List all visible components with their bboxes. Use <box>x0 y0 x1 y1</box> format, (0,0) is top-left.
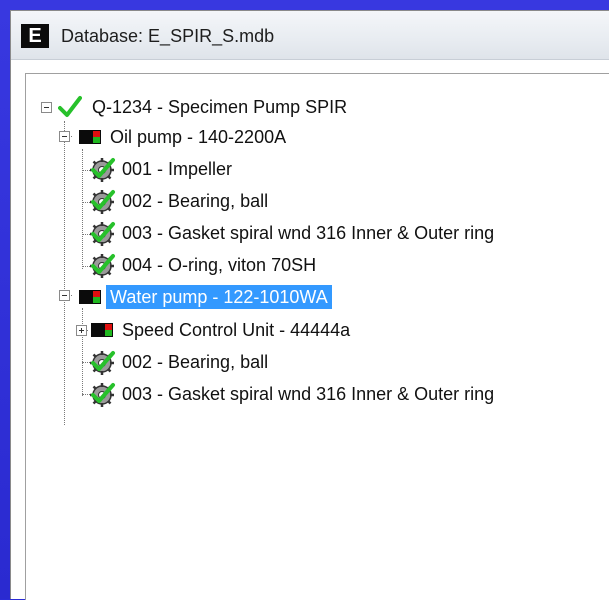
tree-node-label: 002 - Bearing, ball <box>122 191 269 211</box>
tree-node-part[interactable]: 002 - Bearing, ball <box>88 188 272 214</box>
spare-part-gear-check-icon <box>88 252 116 278</box>
tree-node-speed-control-unit[interactable]: Speed Control Unit - 44444a <box>90 317 354 343</box>
title-bar[interactable]: E Database: E_SPIR_S.mdb <box>11 11 609 60</box>
tree-panel: Q-1234 - Specimen Pump SPIR Oil pump - 1… <box>25 73 609 600</box>
tree-node-part[interactable]: 002 - Bearing, ball <box>88 349 272 375</box>
tree-line-oil <box>82 149 83 269</box>
equipment-status-icon <box>90 321 114 339</box>
tree-node-water-pump[interactable]: Water pump - 122-1010WA <box>78 284 332 310</box>
tree-node-label: 003 - Gasket spiral wnd 316 Inner & Oute… <box>122 384 495 404</box>
tree-line-root <box>64 121 65 425</box>
tree-node-label-selected: Water pump - 122-1010WA <box>106 285 332 309</box>
equipment-status-icon <box>78 288 102 306</box>
tree-node-part[interactable]: 001 - Impeller <box>88 156 236 182</box>
tree-node-part[interactable]: 004 - O-ring, viton 70SH <box>88 252 320 278</box>
collapse-toggle-water-pump[interactable] <box>59 290 70 301</box>
tree-node-label: Speed Control Unit - 44444a <box>122 320 351 340</box>
database-window: E Database: E_SPIR_S.mdb Q-1234 - Specim… <box>10 10 609 600</box>
spare-part-gear-check-icon <box>88 349 116 375</box>
equipment-status-icon <box>78 128 102 146</box>
tree-node-root[interactable]: Q-1234 - Specimen Pump SPIR <box>58 94 351 120</box>
spare-part-gear-check-icon <box>88 220 116 246</box>
collapse-toggle-root[interactable] <box>41 102 52 113</box>
desktop-frame: E Database: E_SPIR_S.mdb Q-1234 - Specim… <box>0 0 609 600</box>
tree-node-label: Oil pump - 140-2200A <box>110 127 287 147</box>
tree-node-label: 002 - Bearing, ball <box>122 352 269 372</box>
spare-part-gear-check-icon <box>88 381 116 407</box>
tree-node-part[interactable]: 003 - Gasket spiral wnd 316 Inner & Oute… <box>88 381 498 407</box>
tree-node-part[interactable]: 003 - Gasket spiral wnd 316 Inner & Oute… <box>88 220 498 246</box>
collapse-toggle-oil-pump[interactable] <box>59 131 70 142</box>
green-check-icon <box>58 95 82 119</box>
window-title: Database: E_SPIR_S.mdb <box>61 26 275 46</box>
window-content: Q-1234 - Specimen Pump SPIR Oil pump - 1… <box>11 60 609 600</box>
app-e-icon: E <box>21 24 49 48</box>
database-tree[interactable]: Q-1234 - Specimen Pump SPIR Oil pump - 1… <box>26 74 609 600</box>
tree-node-label: 004 - O-ring, viton 70SH <box>122 255 317 275</box>
expand-toggle-speed-control-unit[interactable] <box>76 325 87 336</box>
spare-part-gear-check-icon <box>88 156 116 182</box>
tree-line-water <box>82 308 83 396</box>
spare-part-gear-check-icon <box>88 188 116 214</box>
tree-node-label: 003 - Gasket spiral wnd 316 Inner & Oute… <box>122 223 495 243</box>
tree-node-oil-pump[interactable]: Oil pump - 140-2200A <box>78 124 290 150</box>
tree-node-label: Q-1234 - Specimen Pump SPIR <box>92 97 348 117</box>
tree-node-label: 001 - Impeller <box>122 159 233 179</box>
